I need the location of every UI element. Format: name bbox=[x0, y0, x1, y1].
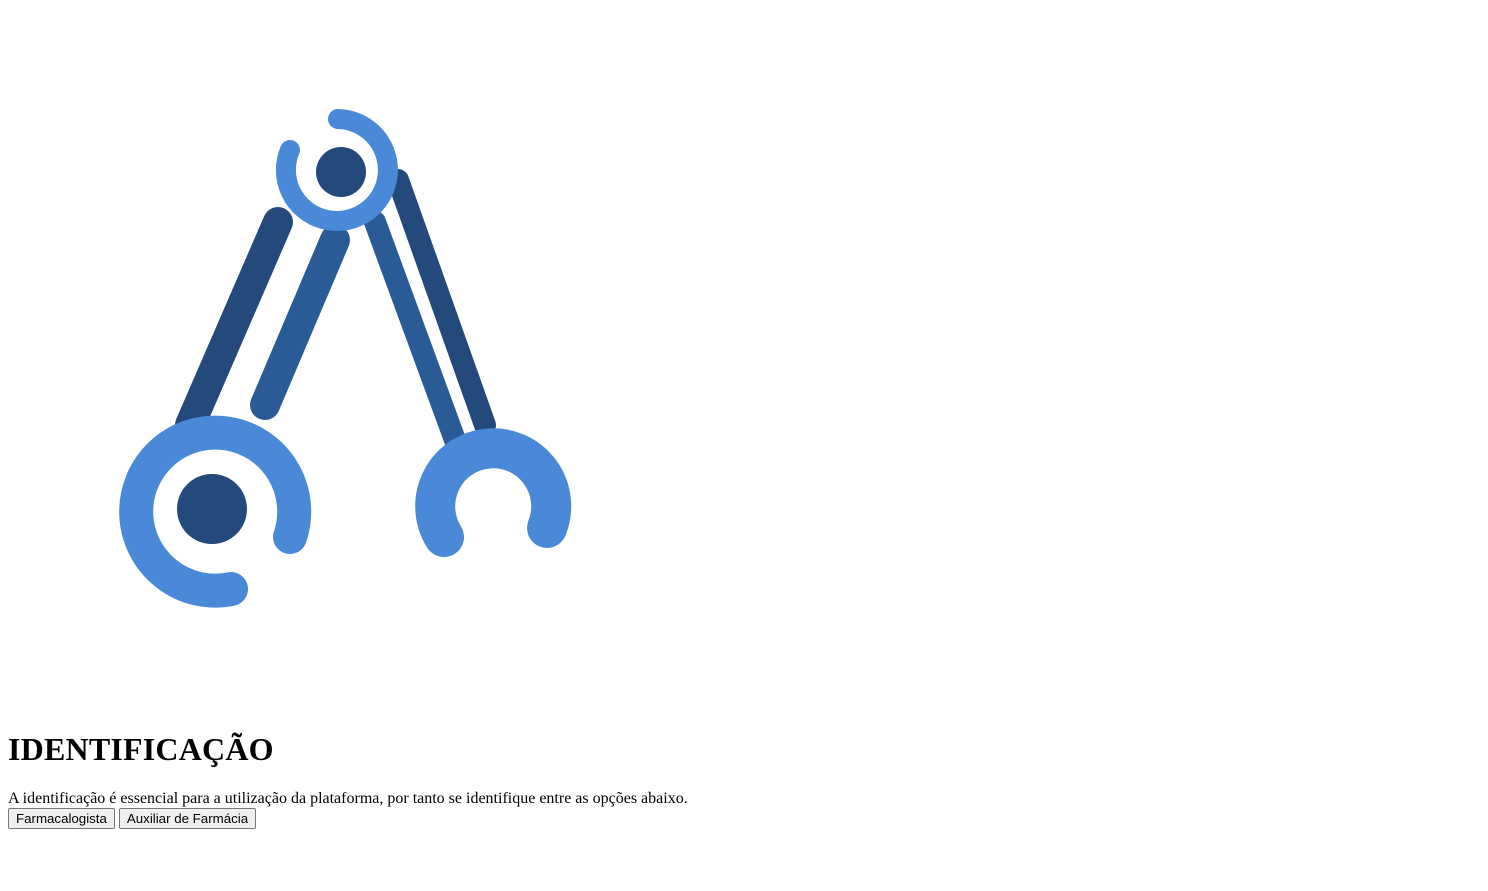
identification-section: IDENTIFICAÇÃO A identificação é essencia… bbox=[8, 728, 1408, 830]
pharmacist-button[interactable]: Farmacalogista bbox=[8, 808, 115, 829]
bottom-left-ring-hub bbox=[177, 474, 247, 544]
logo bbox=[100, 100, 590, 620]
pharmacy-assistant-button[interactable]: Auxiliar de Farmácia bbox=[118, 808, 257, 829]
top-ring-hub bbox=[316, 147, 366, 197]
crossed-wrenches-icon bbox=[119, 109, 572, 608]
bottom-right-open-head bbox=[415, 428, 572, 557]
role-options: Farmacalogista Auxiliar de Farmácia bbox=[8, 808, 1408, 830]
page-title: IDENTIFICAÇÃO bbox=[8, 731, 274, 767]
description-text: A identificação é essencial para a utili… bbox=[8, 790, 688, 807]
